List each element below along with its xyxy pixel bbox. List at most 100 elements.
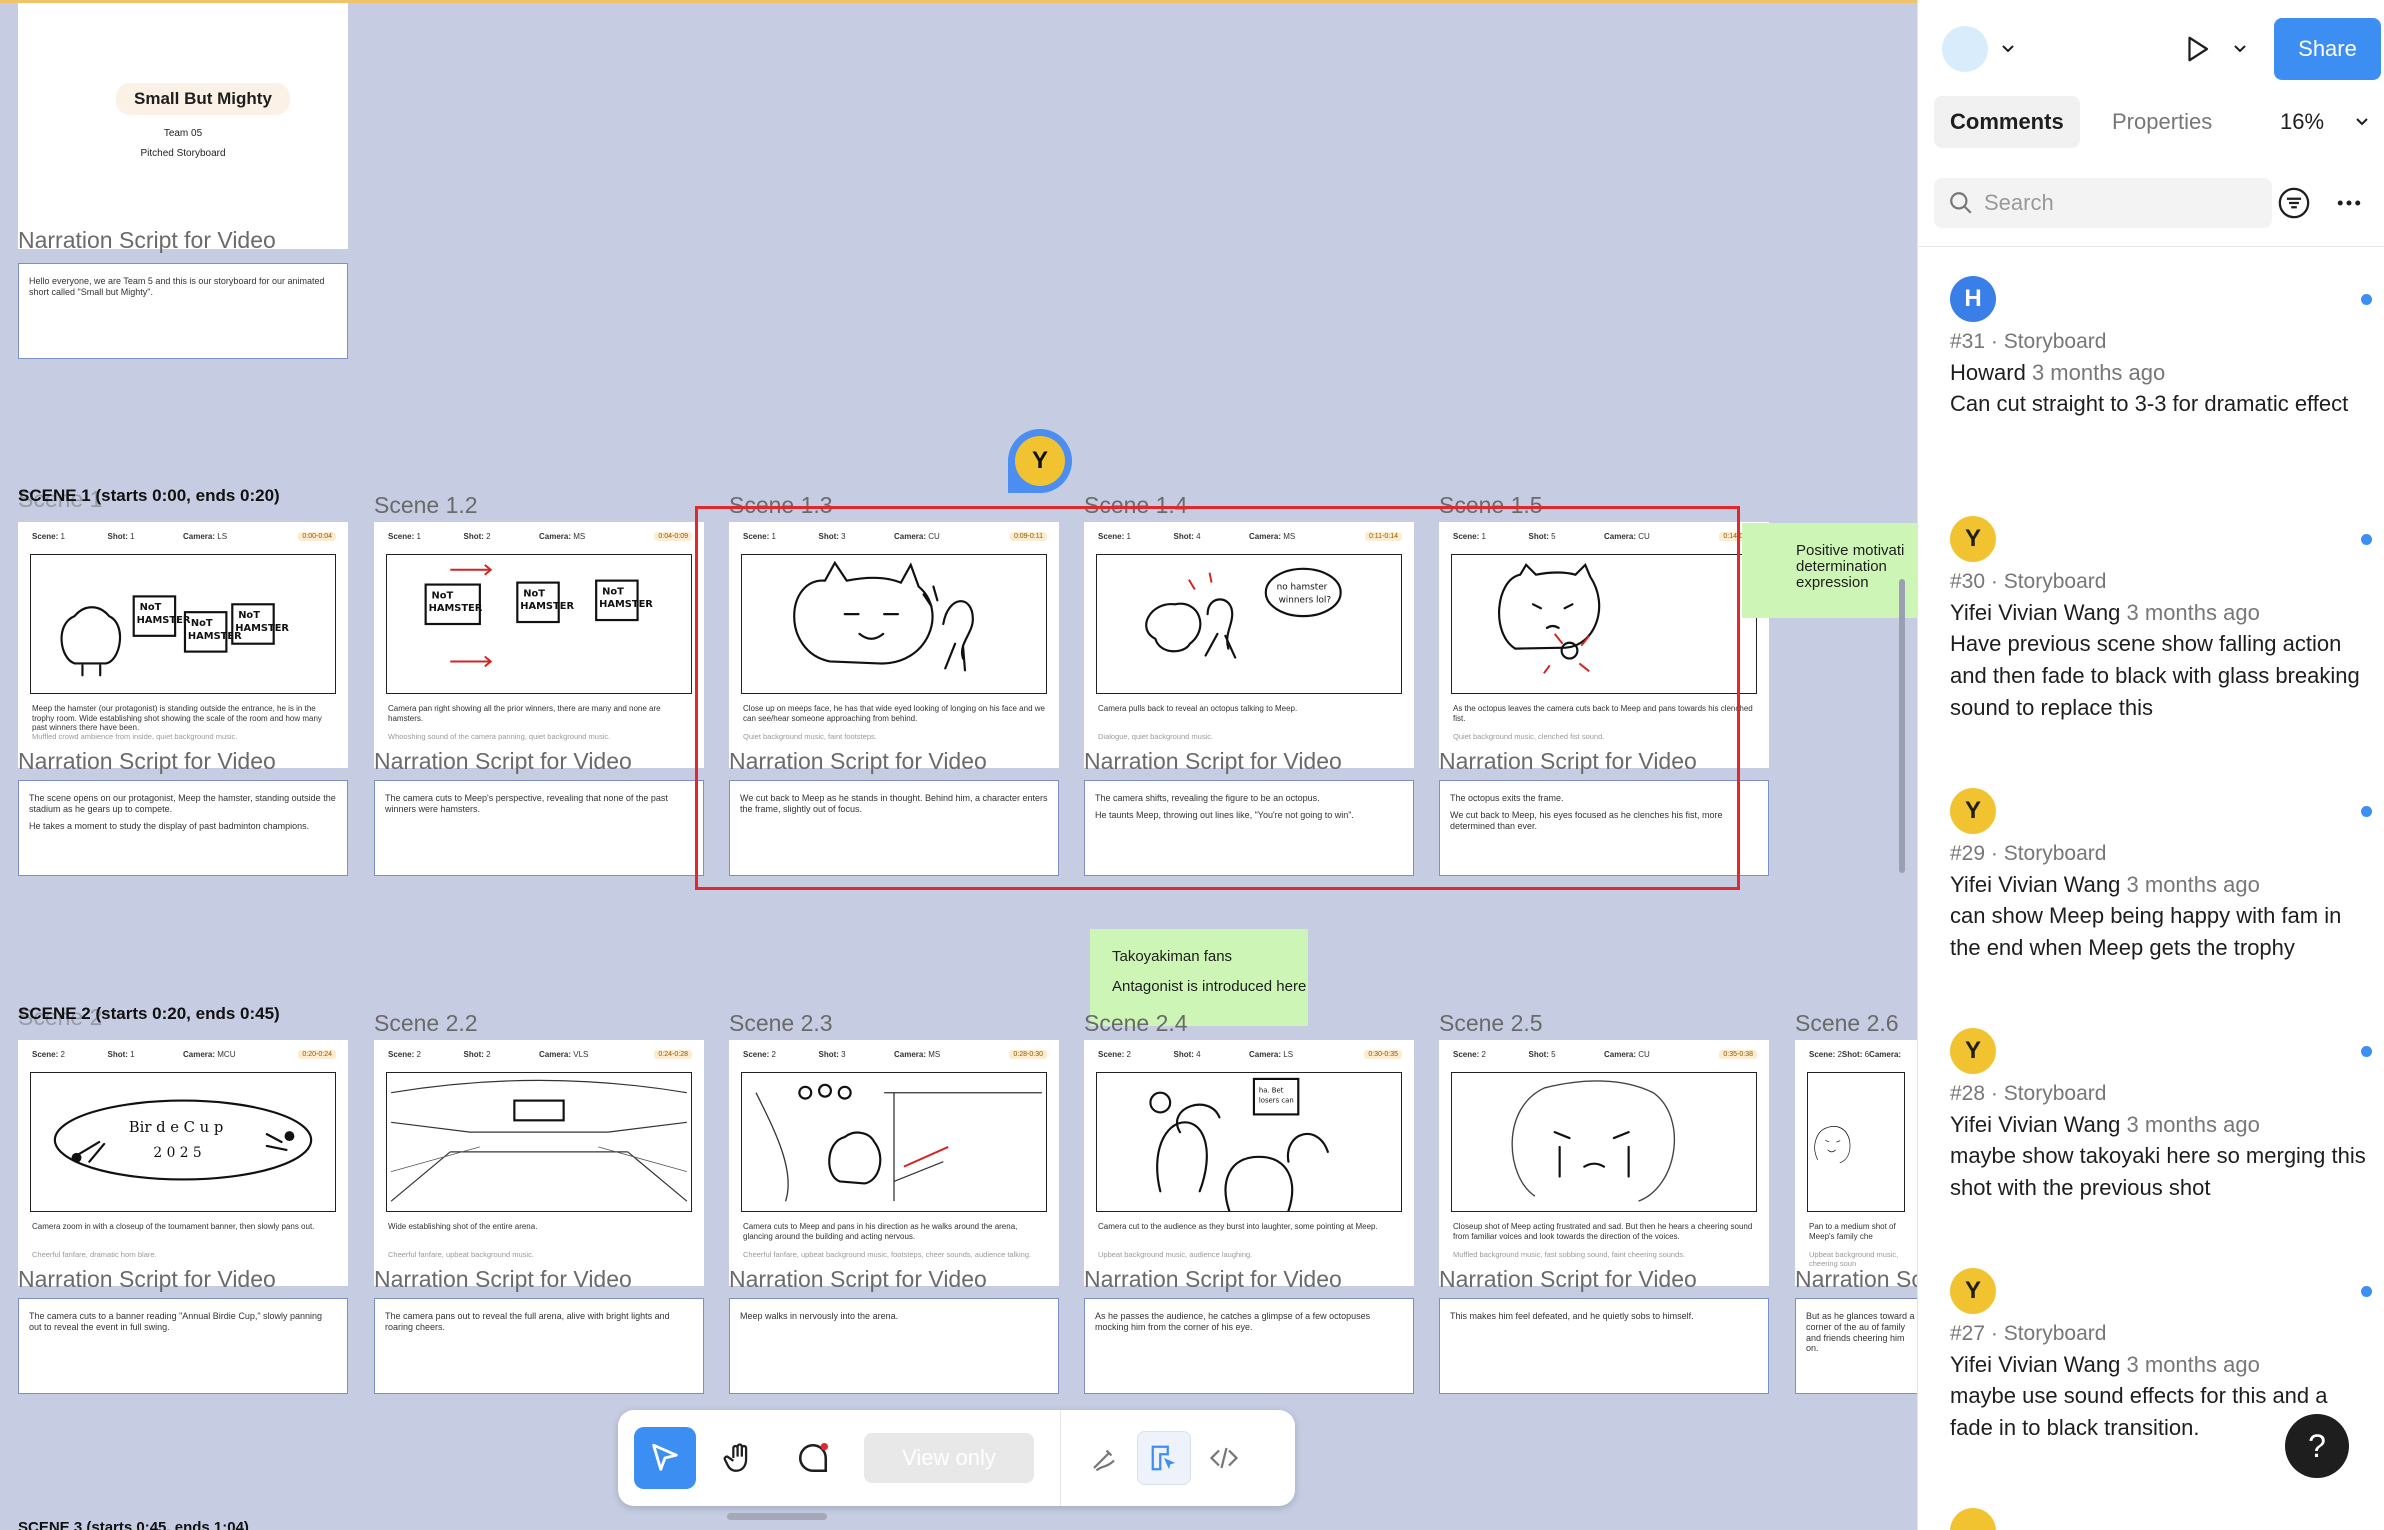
view-only-badge: View only: [864, 1433, 1034, 1483]
narration-box[interactable]: Meep walks in nervously into the arena.: [729, 1298, 1059, 1394]
narration-line: This makes him feel defeated, and he qui…: [1450, 1311, 1694, 1321]
panel-description: Wide establishing shot of the entire are…: [388, 1222, 538, 1231]
cover-narration-title: Narration Script for Video: [18, 227, 276, 253]
comment-author: Yifei Vivian Wang: [1950, 600, 2121, 625]
filter-icon[interactable]: [2277, 186, 2311, 220]
panel-shot: Shot: 2: [463, 532, 491, 541]
svg-text:HAMSTER: HAMSTER: [520, 601, 574, 612]
panel-timecode: 0:20-0:24: [298, 1050, 336, 1059]
comment-search-input[interactable]: Search: [1934, 178, 2272, 228]
panel-scene: Scene: 2: [1098, 1050, 1131, 1059]
tab-comments[interactable]: Comments: [1934, 96, 2080, 148]
panel-description: Closeup shot of Meep acting frustrated a…: [1453, 1222, 1753, 1241]
panel-camera: Camera: LS: [1249, 1050, 1294, 1059]
cover-subtitle: Pitched Storyboard: [140, 148, 226, 159]
cover-team: Team 05: [163, 128, 203, 139]
panel-camera: Camera: CU: [1604, 1050, 1650, 1059]
scene3-heading: SCENE 3 (starts 0:45, ends 1:04): [18, 1519, 249, 1530]
comment-avatar: [1950, 1508, 1996, 1530]
comment-id: #27 · Storyboard: [1950, 1322, 2107, 1345]
panel-camera: Camera: MS: [894, 1050, 941, 1059]
comment-item[interactable]: Y #29 · Storyboard Yifei Vivian Wang 3 m…: [1950, 788, 2372, 964]
comment-avatar: H: [1950, 276, 1996, 322]
sketch-image: [755, 1083, 1042, 1202]
vertical-scrollbar[interactable]: [1899, 579, 1905, 873]
panel-scene: Scene: 2: [1809, 1050, 1842, 1059]
tab-properties[interactable]: Properties: [2096, 96, 2228, 148]
comment-author: Yifei Vivian Wang: [1950, 1352, 2121, 1377]
narration-box[interactable]: As he passes the audience, he catches a …: [1084, 1298, 1414, 1394]
storyboard-panel[interactable]: Scene: 2 Shot: 2 Camera: VLS 0:24-0:28 W…: [374, 1040, 704, 1292]
narration-line: But as he glances toward a corner of the…: [1806, 1311, 1915, 1354]
panel-sketch: NoT HAMSTER NoT HAMSTER NoT HAMSTER: [386, 554, 692, 694]
share-button[interactable]: Share: [2274, 18, 2381, 80]
cover-frame[interactable]: Small But Mighty Team 05 Pitched Storybo…: [18, 3, 348, 249]
narration-box[interactable]: The camera cuts to a banner reading "Ann…: [18, 1298, 348, 1394]
sketch-image: [1814, 1126, 1851, 1164]
panel-camera: Camera:: [1869, 1050, 1902, 1059]
hand-tool-button[interactable]: [708, 1427, 770, 1489]
narration-box[interactable]: This makes him feel defeated, and he qui…: [1439, 1298, 1769, 1394]
storyboard-panel[interactable]: Scene: 1 Shot: 2 Camera: MS 0:04-0:09 No…: [374, 522, 704, 774]
panel-timecode: 0:35-0:38: [1719, 1050, 1757, 1059]
narration-box[interactable]: The camera cuts to Meep's perspective, r…: [374, 780, 704, 876]
narration-box[interactable]: The camera pans out to reveal the full a…: [374, 1298, 704, 1394]
comment-item[interactable]: H #31 · Storyboard Howard 3 months ago C…: [1950, 276, 2372, 420]
comment-item[interactable]: Y #30 · Storyboard Yifei Vivian Wang 3 m…: [1950, 516, 2372, 724]
bottom-toolbar: View only: [618, 1410, 1295, 1506]
annotate-tool-button[interactable]: [1077, 1431, 1131, 1485]
storyboard-panel[interactable]: Scene: 2 Shot: 5 Camera: CU 0:35-0:38 Cl…: [1439, 1040, 1769, 1292]
toolbar-divider: [1060, 1410, 1061, 1506]
panel-description: Camera cut to the audience as they burst…: [1098, 1222, 1378, 1231]
sticky-positive-motivation[interactable]: Positive motivati determination expressi…: [1742, 523, 1917, 618]
help-button[interactable]: ?: [2285, 1414, 2349, 1478]
panel-meta: Scene: 2 Shot: 3 Camera: MS: [743, 1050, 1045, 1064]
comment-item[interactable]: Y #28 · Storyboard Yifei Vivian Wang 3 m…: [1950, 1028, 2372, 1204]
current-user-avatar[interactable]: [1942, 26, 1988, 72]
more-options-icon[interactable]: [2332, 188, 2366, 218]
narration-box[interactable]: But as he glances toward a corner of the…: [1795, 1298, 1917, 1394]
svg-text:NoT: NoT: [523, 588, 545, 599]
present-options-chevron-icon[interactable]: [2232, 42, 2248, 56]
svg-text:NoT: NoT: [432, 590, 454, 601]
panel-shot: Shot: 6: [1841, 1050, 1870, 1059]
storyboard-panel[interactable]: Scene: 2 Shot: 3 Camera: MS 0:28-0:30 Ca…: [729, 1040, 1059, 1292]
comment-id: #30 · Storyboard: [1950, 570, 2107, 593]
sketch-image: [1511, 1080, 1675, 1202]
sticky-tako-line1: Takoyakiman fans: [1112, 948, 1233, 965]
zoom-level[interactable]: 16%: [2280, 96, 2370, 148]
sticky-positive-text: Positive motivati determination expressi…: [1796, 542, 1905, 591]
right-sidebar: Share Comments Properties 16% Search H #…: [1917, 0, 2384, 1530]
panel-shot: Shot: 1: [107, 532, 135, 541]
panel-camera: Camera: MCU: [183, 1050, 236, 1059]
scene2-heading: SCENE 2 (starts 0:20, ends 0:45): [18, 1004, 280, 1023]
cover-narration-box[interactable]: Hello everyone, we are Team 5 and this i…: [18, 263, 348, 359]
comment-author-line: Howard 3 months ago: [1950, 360, 2370, 386]
narration-line: The camera cuts to Meep's perspective, r…: [385, 793, 668, 814]
chevron-down-icon[interactable]: [2000, 42, 2016, 56]
sketch-image: NoTHAMSTERNoTHAMSTERNoTHAMSTER: [60, 595, 289, 677]
comment-id: #31 · Storyboard: [1950, 330, 2107, 353]
code-view-button[interactable]: [1197, 1431, 1251, 1485]
sketch-image: Bir d e C u p 2 0 2 5: [53, 1099, 313, 1181]
zoom-value: 16%: [2280, 109, 2325, 134]
unread-dot: [2361, 1286, 2372, 1297]
storyboard-panel[interactable]: Scene: 1 Shot: 1 Camera: LS 0:00-0:04 No…: [18, 522, 348, 774]
comment-body: Have previous scene show falling action …: [1950, 631, 2360, 720]
present-play-icon[interactable]: [2182, 34, 2212, 64]
storyboard-canvas[interactable]: Small But Mighty Team 05 Pitched Storybo…: [0, 3, 1917, 1530]
panel-meta: Scene: 2 Shot: 5 Camera: CU: [1453, 1050, 1755, 1064]
sidebar-divider: [1918, 246, 2384, 247]
storyboard-panel[interactable]: Scene: 2 Shot: 6 Camera: Pan to a medium…: [1795, 1040, 1917, 1292]
horizontal-scrollbar[interactable]: [727, 1513, 827, 1520]
storyboard-panel[interactable]: Scene: 2 Shot: 4 Camera: LS 0:30-0:35 ha…: [1084, 1040, 1414, 1292]
comment-avatar: Y: [1950, 1268, 1996, 1314]
panel-scene: Scene: 1: [32, 532, 65, 541]
storyboard-panel[interactable]: Scene: 2 Shot: 1 Camera: MCU 0:20-0:24 B…: [18, 1040, 348, 1292]
narration-box[interactable]: The scene opens on our protagonist, Meep…: [18, 780, 348, 876]
panel-sound: Cheerful fanfare, dramatic horn blare.: [32, 1250, 157, 1259]
move-tool-button[interactable]: [634, 1427, 696, 1489]
comment-tool-button[interactable]: [782, 1427, 844, 1489]
panel-sketch: Bir d e C u p 2 0 2 5: [30, 1072, 336, 1212]
dev-mode-inspect-button[interactable]: [1137, 1431, 1191, 1485]
